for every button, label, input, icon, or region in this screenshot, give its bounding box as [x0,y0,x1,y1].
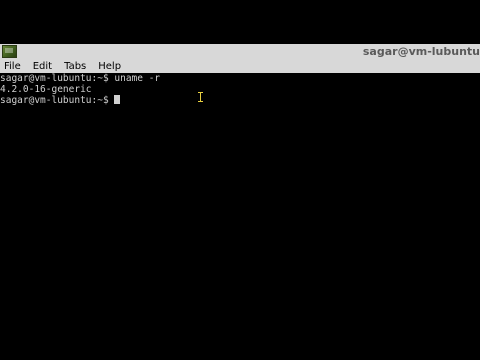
title-bar[interactable]: sagar@vm-lubuntu [0,44,480,60]
terminal-line: 4.2.0-16-generic [0,84,480,95]
shell-prompt: sagar@vm-lubuntu:~$ [0,95,115,106]
block-cursor [114,95,121,104]
menu-tabs[interactable]: Tabs [62,60,96,73]
output-text: 4.2.0-16-generic [0,84,92,95]
terminal-window: sagar@vm-lubuntu File Edit Tabs Help sag… [0,0,480,360]
shell-prompt: sagar@vm-lubuntu:~$ [0,73,115,84]
window-title: sagar@vm-lubuntu [362,45,480,58]
i-beam-pointer-icon [197,92,204,102]
terminal-app-icon [2,45,17,58]
command-text: uname -r [114,73,161,84]
terminal-line: sagar@vm-lubuntu:~$ uname -r [0,73,480,84]
menu-help[interactable]: Help [96,60,131,73]
menu-edit[interactable]: Edit [31,60,62,73]
menu-bar: File Edit Tabs Help [0,60,480,73]
menu-file[interactable]: File [2,60,31,73]
terminal-line: sagar@vm-lubuntu:~$ [0,95,480,106]
terminal-output[interactable]: sagar@vm-lubuntu:~$ uname -r 4.2.0-16-ge… [0,73,480,360]
